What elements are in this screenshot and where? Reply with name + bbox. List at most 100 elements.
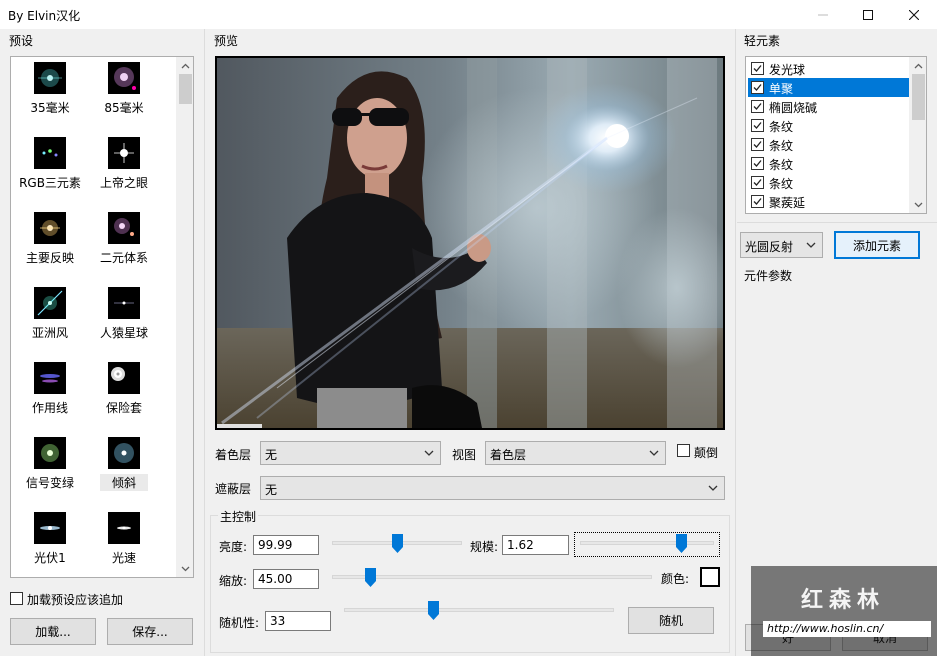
element-item[interactable]: 条纹	[748, 116, 910, 135]
preset-item[interactable]: 人猿星球	[86, 284, 162, 354]
maximize-icon	[863, 9, 873, 20]
check-icon	[753, 65, 762, 72]
element-item[interactable]: 椭圆烧碱	[748, 97, 910, 116]
preset-item[interactable]: 作用线	[12, 359, 88, 429]
mask-layer-label: 遮蔽层	[215, 482, 252, 496]
preset-item[interactable]: 光伏1	[12, 509, 88, 577]
preset-thumbnail	[108, 287, 140, 319]
maximize-button[interactable]	[845, 0, 891, 29]
preview-label: 预览	[214, 34, 239, 48]
scale-slider-thumb[interactable]	[675, 534, 687, 553]
element-checkbox[interactable]	[751, 119, 764, 132]
element-label: 单聚	[769, 82, 794, 96]
preset-label: 保险套	[105, 401, 142, 415]
mask-layer-value: 无	[265, 483, 278, 497]
left-divider	[204, 29, 205, 656]
random-button[interactable]: 随机	[628, 607, 714, 634]
invert-checkbox[interactable]	[677, 444, 690, 457]
preset-item[interactable]: 倾斜	[86, 434, 162, 504]
chevron-down-icon	[708, 481, 720, 495]
preset-label: 上帝之眼	[99, 176, 148, 190]
brightness-slider-thumb[interactable]	[392, 534, 403, 553]
element-item[interactable]: 条纹	[748, 135, 910, 154]
elements-label: 轻元素	[744, 34, 781, 48]
title-bar: By Elvin汉化	[0, 0, 937, 29]
zoom-label: 缩放:	[219, 574, 248, 588]
preset-thumbnail	[108, 362, 140, 394]
element-item[interactable]: 条纹	[748, 154, 910, 173]
append-presets-checkbox[interactable]	[10, 592, 23, 605]
scroll-up-icon[interactable]	[910, 57, 926, 74]
preset-label: 人猿星球	[99, 326, 148, 340]
preset-item[interactable]: 上帝之眼	[86, 134, 162, 204]
element-checkbox[interactable]	[751, 81, 764, 94]
preset-thumbnail	[108, 512, 140, 544]
randomness-slider-track[interactable]	[344, 608, 614, 612]
element-item[interactable]: 发光球	[748, 59, 910, 78]
preset-scrollbar[interactable]	[176, 57, 193, 577]
preset-item[interactable]: 85毫米	[86, 59, 162, 129]
element-checkbox[interactable]	[751, 62, 764, 75]
preset-label: 85毫米	[104, 101, 144, 115]
preview-image	[215, 56, 725, 430]
element-item[interactable]: 条纹	[748, 173, 910, 192]
color-swatch[interactable]	[700, 567, 720, 587]
element-item[interactable]: 单聚	[748, 78, 910, 97]
preset-item[interactable]: 亚洲风	[12, 284, 88, 354]
zoom-input[interactable]: 45.00	[253, 569, 319, 589]
element-checkbox[interactable]	[751, 100, 764, 113]
element-checkbox[interactable]	[751, 176, 764, 189]
preset-label: 信号变绿	[25, 476, 74, 490]
preset-item[interactable]: 信号变绿	[12, 434, 88, 504]
element-scrollbar[interactable]	[909, 57, 926, 213]
add-element-button[interactable]: 添加元素	[834, 231, 920, 259]
scroll-down-icon[interactable]	[177, 560, 193, 577]
randomness-label: 随机性:	[219, 616, 260, 630]
preset-thumbnail	[108, 437, 140, 469]
load-button[interactable]: 加载...	[10, 618, 96, 645]
chevron-down-icon	[424, 446, 436, 460]
preset-item[interactable]: 二元体系	[86, 209, 162, 279]
element-type-select[interactable]: 光圆反射	[740, 232, 823, 258]
watermark-url: http://www.hoslin.cn/	[763, 621, 931, 637]
preset-label: 二元体系	[99, 251, 148, 265]
element-checkbox[interactable]	[751, 157, 764, 170]
brightness-input[interactable]: 99.99	[253, 535, 319, 555]
element-checkbox[interactable]	[751, 195, 764, 208]
main-control-label: 主控制	[218, 508, 259, 525]
view-select[interactable]: 着色层	[485, 441, 666, 465]
element-item[interactable]: 聚蒺延	[748, 192, 910, 211]
chevron-down-icon	[649, 446, 661, 460]
randomness-slider-thumb[interactable]	[428, 601, 440, 620]
zoom-slider-thumb[interactable]	[365, 568, 377, 587]
zoom-slider-track[interactable]	[332, 575, 652, 579]
preset-list[interactable]: 35毫米 85毫米 RGB三元素 上帝之眼主要反映 二元体系亚洲风 人猿星球作用线 保险套信…	[10, 56, 194, 578]
preset-item[interactable]: 35毫米	[12, 59, 88, 129]
scroll-down-icon[interactable]	[910, 196, 926, 213]
scroll-thumb[interactable]	[179, 74, 192, 104]
scale-label: 规模:	[470, 540, 499, 554]
check-icon	[753, 122, 762, 129]
element-checkbox[interactable]	[751, 138, 764, 151]
save-button[interactable]: 保存...	[107, 618, 193, 645]
element-label: 条纹	[769, 158, 794, 172]
element-label: 椭圆烧碱	[769, 101, 818, 115]
preset-thumbnail	[34, 362, 66, 394]
preset-item[interactable]: RGB三元素	[12, 134, 88, 204]
minimize-button[interactable]	[800, 0, 846, 29]
color-layer-select[interactable]: 无	[260, 441, 441, 465]
scroll-thumb[interactable]	[912, 74, 925, 120]
preset-item[interactable]: 保险套	[86, 359, 162, 429]
preset-label: 作用线	[31, 401, 68, 415]
scale-input[interactable]: 1.62	[502, 535, 569, 555]
preset-thumbnail	[108, 62, 140, 94]
element-list[interactable]: 发光球 单聚 椭圆烧碱 条纹 条纹 条纹 条纹 聚蒺延	[745, 56, 927, 214]
scale-slider-track[interactable]	[580, 541, 714, 545]
randomness-input[interactable]: 33	[265, 611, 331, 631]
scroll-up-icon[interactable]	[177, 57, 193, 74]
color-layer-value: 无	[265, 448, 278, 462]
mask-layer-select[interactable]: 无	[260, 476, 725, 500]
close-button[interactable]	[891, 0, 937, 29]
preset-item[interactable]: 主要反映	[12, 209, 88, 279]
preset-item[interactable]: 光速	[86, 509, 162, 577]
